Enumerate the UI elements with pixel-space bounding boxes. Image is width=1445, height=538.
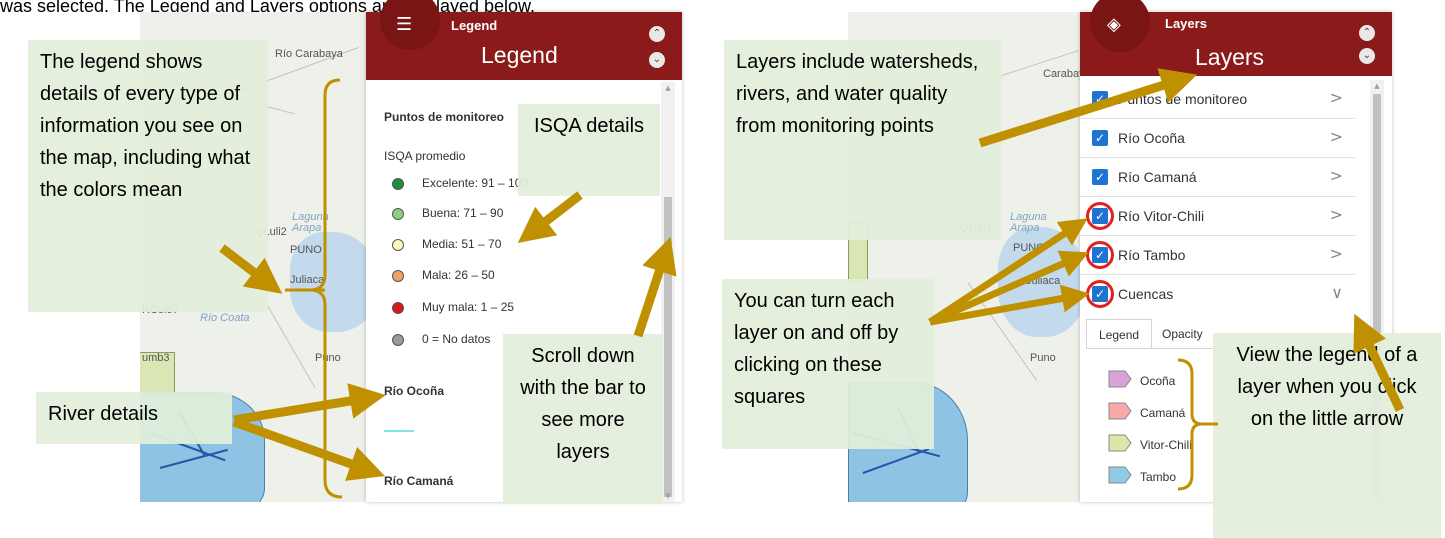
arrow-to-river-camana [232,417,385,481]
annotation-arrows [219,68,1405,499]
swatch-bracket [1177,358,1203,491]
arrow-to-layers-header [978,68,1198,148]
arrow-to-expand-chevron [1353,313,1405,412]
arrow-to-bracket [219,244,283,294]
arrow-to-isqa [517,191,583,243]
arrow-to-scrollbar [633,236,677,338]
arrow-to-river-ocona [233,383,386,425]
